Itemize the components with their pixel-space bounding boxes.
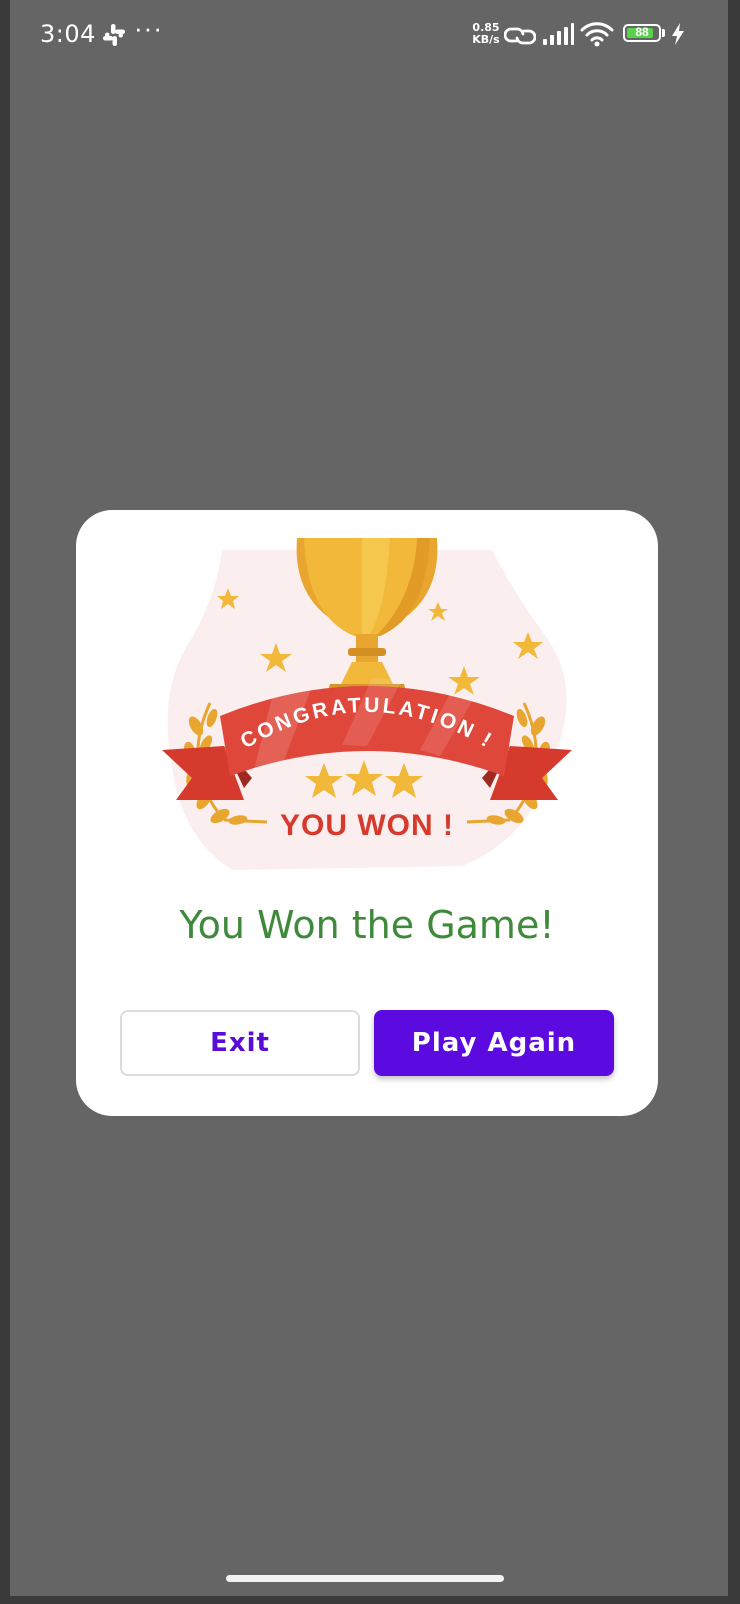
- charging-icon: [672, 23, 684, 45]
- status-time: 3:04: [40, 20, 96, 48]
- signal-icon: [543, 23, 574, 45]
- home-indicator[interactable]: [226, 1575, 504, 1582]
- banner-bottom-text: YOU WON !: [280, 809, 454, 842]
- network-speed: 0.85 KB/s: [470, 22, 502, 46]
- link-icon: [504, 27, 536, 45]
- win-dialog: CONGRATULATION ! YOU WON ! You Won the G…: [76, 510, 658, 1116]
- exit-button[interactable]: Exit: [120, 1010, 360, 1076]
- app-screen: 3:04 ··· 0.85 KB/s 88 CONGRATULATION ! Y…: [10, 0, 728, 1596]
- wifi-icon: [580, 22, 614, 47]
- more-dots-icon: ···: [134, 13, 163, 43]
- trophy-illustration: CONGRATULATION ! YOU WON !: [162, 538, 572, 870]
- play-again-button[interactable]: Play Again: [374, 1010, 614, 1076]
- network-speed-unit: KB/s: [472, 33, 500, 46]
- battery-tip: [662, 29, 665, 37]
- slack-icon: [103, 24, 125, 46]
- battery-level: 88: [635, 25, 649, 39]
- battery-icon: 88: [623, 24, 661, 42]
- win-title: You Won the Game!: [179, 903, 555, 947]
- status-bar: 3:04 ··· 0.85 KB/s 88: [10, 0, 728, 70]
